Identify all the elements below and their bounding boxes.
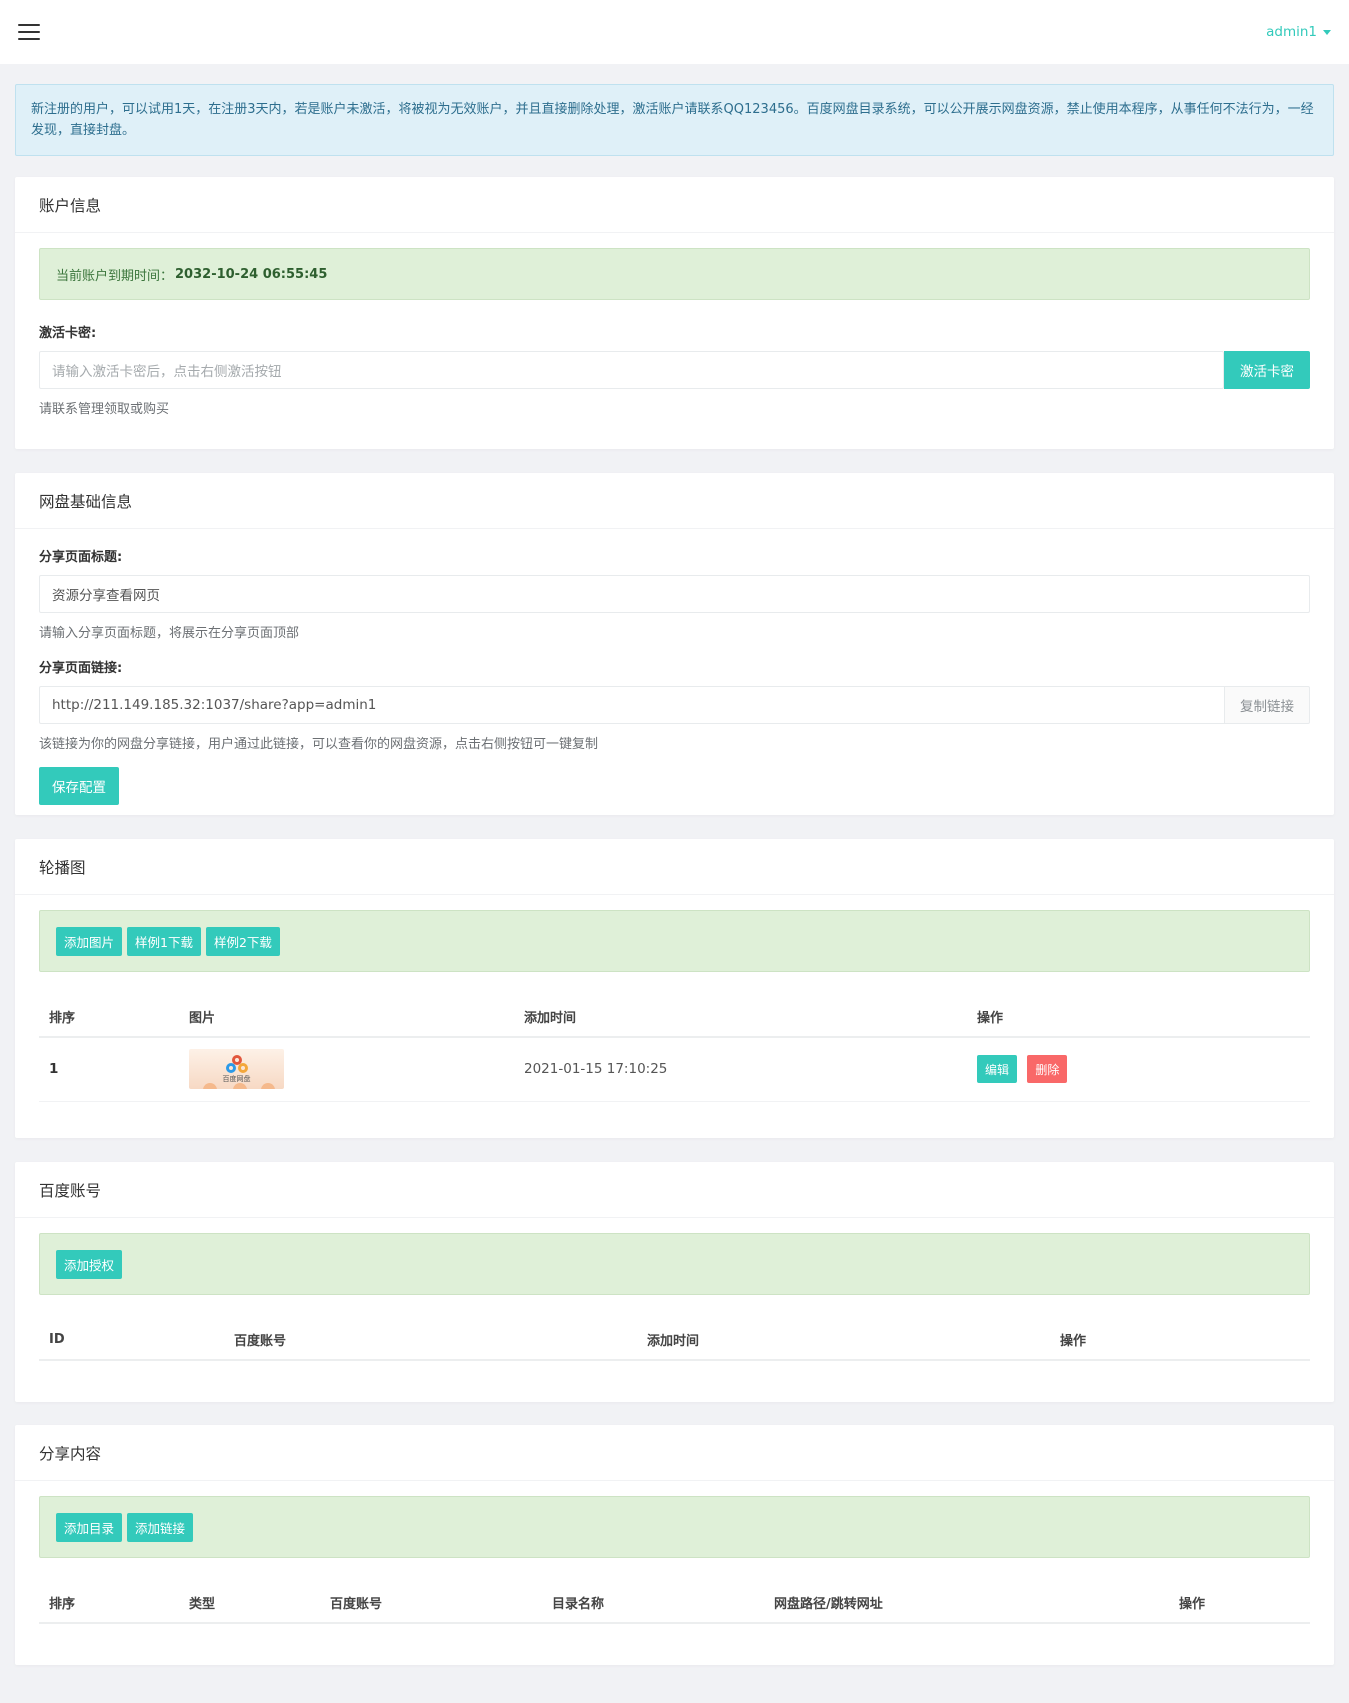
row-time: 2021-01-15 17:10:25 [514, 1037, 967, 1102]
share-content-card: 分享内容 添加目录 添加链接 排序 类型 百度账号 目录名称 网盘路径/跳转网址… [15, 1425, 1334, 1665]
top-bar: admin1 [0, 0, 1349, 64]
baidu-toolbar: 添加授权 [39, 1233, 1310, 1295]
share-title-input[interactable]: 资源分享查看网页 [39, 575, 1310, 613]
basic-info-card: 网盘基础信息 分享页面标题: 资源分享查看网页 请输入分享页面标题，将展示在分享… [15, 473, 1334, 815]
edit-button[interactable]: 编辑 [977, 1055, 1018, 1084]
user-menu[interactable]: admin1 [1266, 24, 1331, 40]
key-input-group: 请输入激活卡密后，点击右侧激活按钮 激活卡密 [39, 351, 1310, 389]
key-input[interactable]: 请输入激活卡密后，点击右侧激活按钮 [39, 351, 1224, 389]
add-auth-button[interactable]: 添加授权 [56, 1249, 123, 1279]
card-title: 轮播图 [15, 839, 1334, 895]
col-actions: 操作 [1050, 1320, 1310, 1361]
col-image: 图片 [179, 997, 514, 1038]
baidu-account-card: 百度账号 添加授权 ID 百度账号 添加时间 操作 [15, 1162, 1334, 1402]
activate-button[interactable]: 激活卡密 [1224, 351, 1310, 389]
col-time: 添加时间 [514, 997, 967, 1038]
share-link-label: 分享页面链接: [39, 661, 123, 676]
menu-icon[interactable] [18, 24, 40, 40]
copy-link-button[interactable]: 复制链接 [1225, 686, 1310, 724]
share-toolbar: 添加目录 添加链接 [39, 1496, 1310, 1558]
save-config-button[interactable]: 保存配置 [39, 767, 119, 805]
baidu-table: ID 百度账号 添加时间 操作 [39, 1320, 1310, 1361]
col-baidu-account: 百度账号 [224, 1320, 637, 1361]
add-link-button[interactable]: 添加链接 [127, 1512, 194, 1542]
table-row: 1 百度网盘 2021-01-15 17:10:25 编辑 删除 [39, 1037, 1310, 1102]
card-title: 账户信息 [15, 177, 1334, 233]
col-actions: 操作 [967, 997, 1310, 1038]
card-title: 分享内容 [15, 1425, 1334, 1481]
col-order: 排序 [39, 1583, 179, 1624]
share-table: 排序 类型 百度账号 目录名称 网盘路径/跳转网址 操作 [39, 1583, 1310, 1624]
col-id: ID [39, 1320, 224, 1361]
col-dir-name: 目录名称 [542, 1583, 764, 1624]
col-type: 类型 [179, 1583, 320, 1624]
user-name: admin1 [1266, 24, 1317, 40]
share-title-label: 分享页面标题: [39, 550, 123, 565]
thumbnail-caption: 百度网盘 [222, 1074, 251, 1083]
share-link-input[interactable]: http://211.149.185.32:1037/share?app=adm… [39, 686, 1225, 724]
baidu-netdisk-logo-icon [225, 1054, 248, 1073]
col-baidu-account: 百度账号 [320, 1583, 542, 1624]
account-card: 账户信息 当前账户到期时间： 2032-10-24 06:55:45 激活卡密:… [15, 177, 1334, 449]
expire-label: 当前账户到期时间： [56, 268, 174, 284]
notice-alert: 新注册的用户，可以试用1天，在注册3天内，若是账户未激活，将被视为无效账户，并且… [15, 84, 1334, 156]
col-order: 排序 [39, 997, 179, 1038]
add-image-button[interactable]: 添加图片 [56, 926, 123, 956]
carousel-toolbar: 添加图片 样例1下载 样例2下载 [39, 910, 1310, 972]
carousel-table: 排序 图片 添加时间 操作 1 百度网盘 2021-01-15 17:10:25… [39, 997, 1310, 1102]
col-actions: 操作 [1169, 1583, 1310, 1624]
expire-alert: 当前账户到期时间： 2032-10-24 06:55:45 [39, 248, 1310, 300]
col-time: 添加时间 [637, 1320, 1050, 1361]
sample2-download-button[interactable]: 样例2下载 [205, 926, 280, 956]
expire-value: 2032-10-24 06:55:45 [175, 266, 328, 282]
key-help: 请联系管理领取或购买 [39, 402, 170, 417]
card-title: 百度账号 [15, 1162, 1334, 1218]
col-path-url: 网盘路径/跳转网址 [764, 1583, 1169, 1624]
sample1-download-button[interactable]: 样例1下载 [127, 926, 201, 956]
share-title-help: 请输入分享页面标题，将展示在分享页面顶部 [39, 626, 300, 641]
delete-button[interactable]: 删除 [1027, 1055, 1068, 1084]
add-directory-button[interactable]: 添加目录 [56, 1512, 123, 1542]
carousel-thumbnail: 百度网盘 [189, 1049, 284, 1090]
carousel-card: 轮播图 添加图片 样例1下载 样例2下载 排序 图片 添加时间 操作 1 百度网… [15, 839, 1334, 1138]
row-order: 1 [39, 1037, 179, 1102]
share-link-help: 该链接为你的网盘分享链接，用户通过此链接，可以查看你的网盘资源，点击右侧按钮可一… [39, 737, 599, 752]
card-title: 网盘基础信息 [15, 473, 1334, 529]
key-label: 激活卡密: [39, 326, 97, 341]
caret-down-icon [1323, 29, 1331, 35]
